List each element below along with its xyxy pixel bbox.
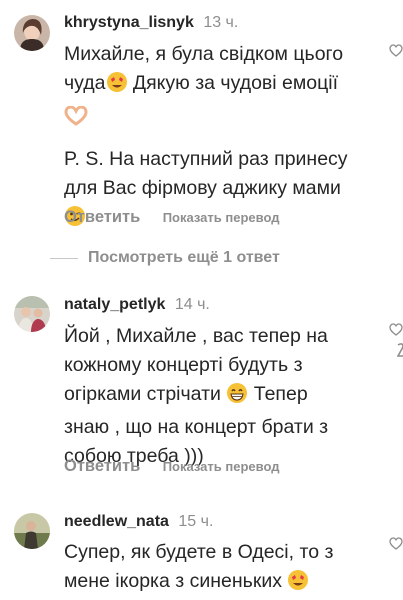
comment-header: needlew_nata 15 ч. bbox=[64, 513, 213, 531]
timestamp: 13 ч. bbox=[203, 14, 239, 31]
like-count-icon bbox=[396, 342, 403, 360]
comment-line: кожному концерті будуть з bbox=[64, 354, 303, 376]
heart-eyes-emoji-icon bbox=[106, 71, 128, 102]
heart-outline-icon[interactable] bbox=[389, 323, 403, 337]
username[interactable]: needlew_nata bbox=[64, 513, 169, 530]
comment-line: огірками стрічати Тепер bbox=[64, 380, 389, 413]
comment-header: nataly_petlyk 14 ч. bbox=[64, 296, 210, 314]
comment-3: needlew_nata 15 ч. Супер, як будете в Од… bbox=[14, 505, 403, 600]
avatar[interactable] bbox=[14, 15, 50, 51]
comment-2: nataly_petlyk 14 ч. Йой , Михайле , вас … bbox=[14, 285, 403, 485]
heart-eyes-emoji-icon bbox=[287, 569, 309, 600]
comment-text: Супер, як будете в Одесі, то з мене ікор… bbox=[64, 538, 389, 600]
comment-line: Йой , Михайле , вас тепер на bbox=[64, 325, 328, 347]
view-more-replies[interactable]: Посмотреть ещё 1 ответ bbox=[50, 249, 280, 269]
divider-line bbox=[50, 257, 78, 259]
comment-1: khrystyna_lisnyk 13 ч. Михайле, я була с… bbox=[14, 0, 403, 230]
comment-header: khrystyna_lisnyk 13 ч. bbox=[64, 14, 238, 32]
comment-actions: Ответить Показать перевод bbox=[64, 208, 279, 227]
comment-line: знаю , що на концерт брати з bbox=[64, 416, 329, 438]
grinning-emoji-icon bbox=[226, 382, 248, 413]
comment-line bbox=[64, 102, 389, 135]
heart-outline-icon[interactable] bbox=[389, 44, 403, 58]
comment-text: Михайле, я була свідком цього чуда Дякую… bbox=[64, 40, 389, 236]
comment-line: для Вас фірмову аджику мами bbox=[64, 177, 341, 199]
comment-line-part: огірками стрічати bbox=[64, 383, 221, 405]
comment-actions: Ответить Показать перевод bbox=[64, 457, 279, 476]
translate-button[interactable]: Показать перевод bbox=[163, 459, 280, 474]
translate-button[interactable]: Показать перевод bbox=[163, 210, 280, 225]
username[interactable]: khrystyna_lisnyk bbox=[64, 14, 194, 31]
avatar[interactable] bbox=[14, 513, 50, 549]
timestamp: 14 ч. bbox=[174, 296, 210, 313]
comment-line-part: Дякую за чудові емоції bbox=[127, 72, 339, 94]
comment-line-part: чуда bbox=[64, 72, 106, 94]
comment-line: Супер, як будете в Одесі, то з bbox=[64, 541, 334, 563]
comment-line: P. S. На наступний раз принесу bbox=[64, 148, 348, 170]
avatar[interactable] bbox=[14, 296, 50, 332]
comment-line: мене ікорка з синеньких bbox=[64, 567, 389, 600]
comment-line-part: мене ікорка з синеньких bbox=[64, 570, 288, 592]
username[interactable]: nataly_petlyk bbox=[64, 296, 165, 313]
reply-button[interactable]: Ответить bbox=[64, 457, 140, 475]
reply-button[interactable]: Ответить bbox=[64, 208, 140, 226]
comment-text: Йой , Михайле , вас тепер на кожному кон… bbox=[64, 322, 389, 471]
heart-hands-emoji-icon bbox=[64, 105, 88, 135]
heart-outline-icon[interactable] bbox=[389, 537, 403, 551]
view-more-replies-label[interactable]: Посмотреть ещё 1 ответ bbox=[88, 249, 280, 266]
comment-line: чуда Дякую за чудові емоції bbox=[64, 69, 389, 102]
comment-line: Михайле, я була свідком цього bbox=[64, 43, 344, 65]
timestamp: 15 ч. bbox=[178, 513, 214, 530]
comment-line-part: Тепер bbox=[248, 383, 308, 405]
